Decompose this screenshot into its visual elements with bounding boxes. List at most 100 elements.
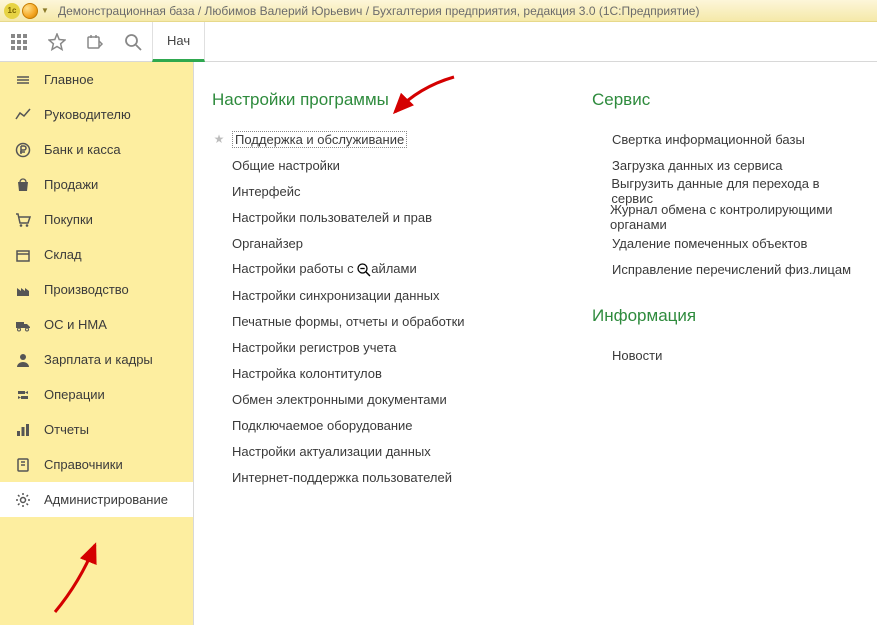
- settings-link-label: Обмен электронными документами: [232, 392, 447, 407]
- settings-link[interactable]: ★Настройки синхронизации данных: [212, 282, 522, 308]
- sidebar-item-assets[interactable]: ОС и НМА: [0, 307, 193, 342]
- sidebar-item-label: Продажи: [44, 177, 98, 192]
- service-link[interactable]: ★Журнал обмена с контролирующими органам…: [592, 204, 853, 230]
- sidebar-item-bank[interactable]: Банк и касса: [0, 132, 193, 167]
- apps-grid-button[interactable]: [0, 22, 38, 62]
- sidebar-item-production[interactable]: Производство: [0, 272, 193, 307]
- settings-link[interactable]: ★Настройки пользователей и прав: [212, 204, 522, 230]
- favorites-star-button[interactable]: [38, 22, 76, 62]
- settings-link-label: Настройки актуализации данных: [232, 444, 431, 459]
- service-link-label: Загрузка данных из сервиса: [612, 158, 783, 173]
- transfer-icon: [14, 386, 32, 404]
- sidebar-item-label: Склад: [44, 247, 82, 262]
- sidebar-item-reports[interactable]: Отчеты: [0, 412, 193, 447]
- settings-link-label: Общие настройки: [232, 158, 340, 173]
- star-icon: ★: [212, 132, 226, 146]
- settings-link-label: Интернет-поддержка пользователей: [232, 470, 452, 485]
- service-link[interactable]: ★Новости: [592, 342, 853, 368]
- book-icon: [14, 456, 32, 474]
- sidebar-item-label: Справочники: [44, 457, 123, 472]
- sidebar-item-catalogs[interactable]: Справочники: [0, 447, 193, 482]
- content-area: Настройки программы ★ Поддержка и обслужи…: [194, 62, 877, 625]
- main-toolbar: Нач: [0, 22, 877, 62]
- sidebar-item-label: Операции: [44, 387, 105, 402]
- app-logo-icon: 1c: [4, 3, 20, 19]
- search-button[interactable]: [114, 22, 152, 62]
- settings-link[interactable]: ★Органайзер: [212, 230, 522, 256]
- section-head-settings: Настройки программы: [212, 90, 522, 110]
- settings-link-label: Настройки регистров учета: [232, 340, 396, 355]
- settings-link-label: Органайзер: [232, 236, 303, 251]
- sidebar-item-label: Покупки: [44, 212, 93, 227]
- navigation-sidebar: Главное Руководителю Банк и касса Продаж…: [0, 62, 194, 625]
- window-menu-button[interactable]: [22, 3, 38, 19]
- section-head-info: Информация: [592, 306, 853, 326]
- window-titlebar: 1c ▼ Демонстрационная база / Любимов Вал…: [0, 0, 877, 22]
- annotation-arrow-bottom: [45, 537, 115, 617]
- service-link-label: Новости: [612, 348, 662, 363]
- settings-link[interactable]: ★Обмен электронными документами: [212, 386, 522, 412]
- sidebar-item-label: Зарплата и кадры: [44, 352, 153, 367]
- settings-link-label: Подключаемое оборудование: [232, 418, 413, 433]
- service-link-label: Свертка информационной базы: [612, 132, 805, 147]
- service-link[interactable]: ★Свертка информационной базы: [592, 126, 853, 152]
- settings-link-label: Поддержка и обслуживание: [232, 131, 407, 148]
- sidebar-item-hr[interactable]: Зарплата и кадры: [0, 342, 193, 377]
- gear-icon: [14, 491, 32, 509]
- sidebar-item-purchases[interactable]: Покупки: [0, 202, 193, 237]
- settings-link[interactable]: ★Подключаемое оборудование: [212, 412, 522, 438]
- settings-link[interactable]: ★Интерфейс: [212, 178, 522, 204]
- bar-chart-icon: [14, 421, 32, 439]
- sidebar-item-label: Производство: [44, 282, 129, 297]
- tab-start-page[interactable]: Нач: [152, 22, 205, 62]
- settings-link-label: Настройки синхронизации данных: [232, 288, 440, 303]
- sidebar-item-label: Отчеты: [44, 422, 89, 437]
- service-link-label: Исправление перечислений физ.лицам: [612, 262, 851, 277]
- sidebar-item-label: Руководителю: [44, 107, 131, 122]
- sidebar-item-operations[interactable]: Операции: [0, 377, 193, 412]
- window-menu-dropdown-icon[interactable]: ▼: [40, 3, 50, 19]
- factory-icon: [14, 281, 32, 299]
- ruble-icon: [14, 141, 32, 159]
- person-icon: [14, 351, 32, 369]
- settings-link[interactable]: ★Интернет-поддержка пользователей: [212, 464, 522, 490]
- settings-link[interactable]: ★Настройки регистров учета: [212, 334, 522, 360]
- service-link-label: Журнал обмена с контролирующими органами: [610, 202, 853, 232]
- sidebar-item-warehouse[interactable]: Склад: [0, 237, 193, 272]
- sidebar-item-manager[interactable]: Руководителю: [0, 97, 193, 132]
- settings-link[interactable]: ★Настройки актуализации данных: [212, 438, 522, 464]
- settings-link[interactable]: ★Настройка колонтитулов: [212, 360, 522, 386]
- sidebar-item-main[interactable]: Главное: [0, 62, 193, 97]
- sidebar-item-label: Главное: [44, 72, 94, 87]
- settings-link-label: Интерфейс: [232, 184, 300, 199]
- service-link[interactable]: ★Выгрузить данные для перехода в сервис: [592, 178, 853, 204]
- truck-icon: [14, 316, 32, 334]
- box-icon: [14, 246, 32, 264]
- sidebar-item-sales[interactable]: Продажи: [0, 167, 193, 202]
- settings-link-label: Настройки пользователей и прав: [232, 210, 432, 225]
- home-icon: [14, 71, 32, 89]
- settings-link[interactable]: ★Общие настройки: [212, 152, 522, 178]
- section-head-service: Сервис: [592, 90, 853, 110]
- settings-link-label: Настройки работы с айлами: [232, 261, 417, 277]
- sidebar-item-label: ОС и НМА: [44, 317, 107, 332]
- service-link[interactable]: ★Удаление помеченных объектов: [592, 230, 853, 256]
- window-title: Демонстрационная база / Любимов Валерий …: [58, 4, 699, 18]
- zoom-out-cursor-icon: [357, 263, 371, 277]
- service-link-label: Удаление помеченных объектов: [612, 236, 807, 251]
- chart-line-icon: [14, 106, 32, 124]
- settings-link-label: Настройка колонтитулов: [232, 366, 382, 381]
- settings-link[interactable]: ★Настройки работы с айлами: [212, 256, 522, 282]
- sidebar-item-label: Банк и касса: [44, 142, 121, 157]
- history-button[interactable]: [76, 22, 114, 62]
- service-link[interactable]: ★Загрузка данных из сервиса: [592, 152, 853, 178]
- sidebar-item-administration[interactable]: Администрирование: [0, 482, 193, 517]
- settings-link[interactable]: ★Печатные формы, отчеты и обработки: [212, 308, 522, 334]
- sidebar-item-label: Администрирование: [44, 492, 168, 507]
- bag-icon: [14, 176, 32, 194]
- service-link[interactable]: ★Исправление перечислений физ.лицам: [592, 256, 853, 282]
- cart-icon: [14, 211, 32, 229]
- settings-link[interactable]: ★ Поддержка и обслуживание: [212, 126, 522, 152]
- settings-link-label: Печатные формы, отчеты и обработки: [232, 314, 465, 329]
- tab-start-label: Нач: [167, 33, 190, 48]
